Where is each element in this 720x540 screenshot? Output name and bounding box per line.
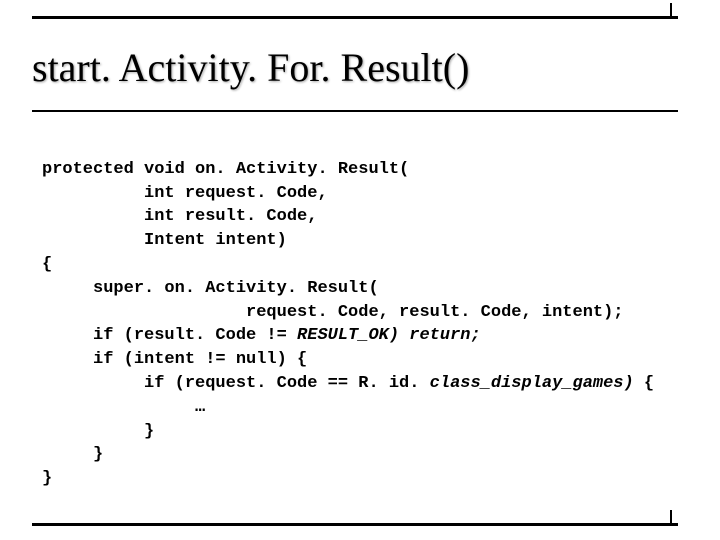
code-line: protected void on. Activity. Result(: [42, 160, 409, 179]
corner-tick-bottom: [660, 510, 672, 524]
code-line: }: [42, 422, 154, 441]
code-line: …: [42, 398, 205, 417]
code-line: if (result. Code !=: [42, 326, 297, 345]
code-line: }: [42, 445, 103, 464]
code-line: request. Code, result. Code, intent);: [42, 303, 624, 322]
bottom-rule: [32, 523, 678, 526]
code-line: if (request. Code == R. id.: [42, 374, 430, 393]
code-block: protected void on. Activity. Result( int…: [42, 134, 678, 491]
code-line: {: [644, 374, 654, 393]
top-rule: [32, 16, 678, 19]
code-line: int result. Code,: [42, 207, 317, 226]
page-title: start. Activity. For. Result(): [32, 44, 469, 91]
code-line: {: [42, 255, 52, 274]
code-line: Intent intent): [42, 231, 287, 250]
code-italic: RESULT_OK) return;: [297, 326, 481, 345]
code-line: super. on. Activity. Result(: [42, 279, 379, 298]
code-italic: class_display_games): [430, 374, 644, 393]
code-line: }: [42, 469, 52, 488]
slide: start. Activity. For. Result() protected…: [0, 0, 720, 540]
corner-tick-top: [660, 3, 672, 17]
code-line: if (intent != null) {: [42, 350, 307, 369]
code-line: int request. Code,: [42, 184, 328, 203]
heading-underline: [32, 110, 678, 112]
